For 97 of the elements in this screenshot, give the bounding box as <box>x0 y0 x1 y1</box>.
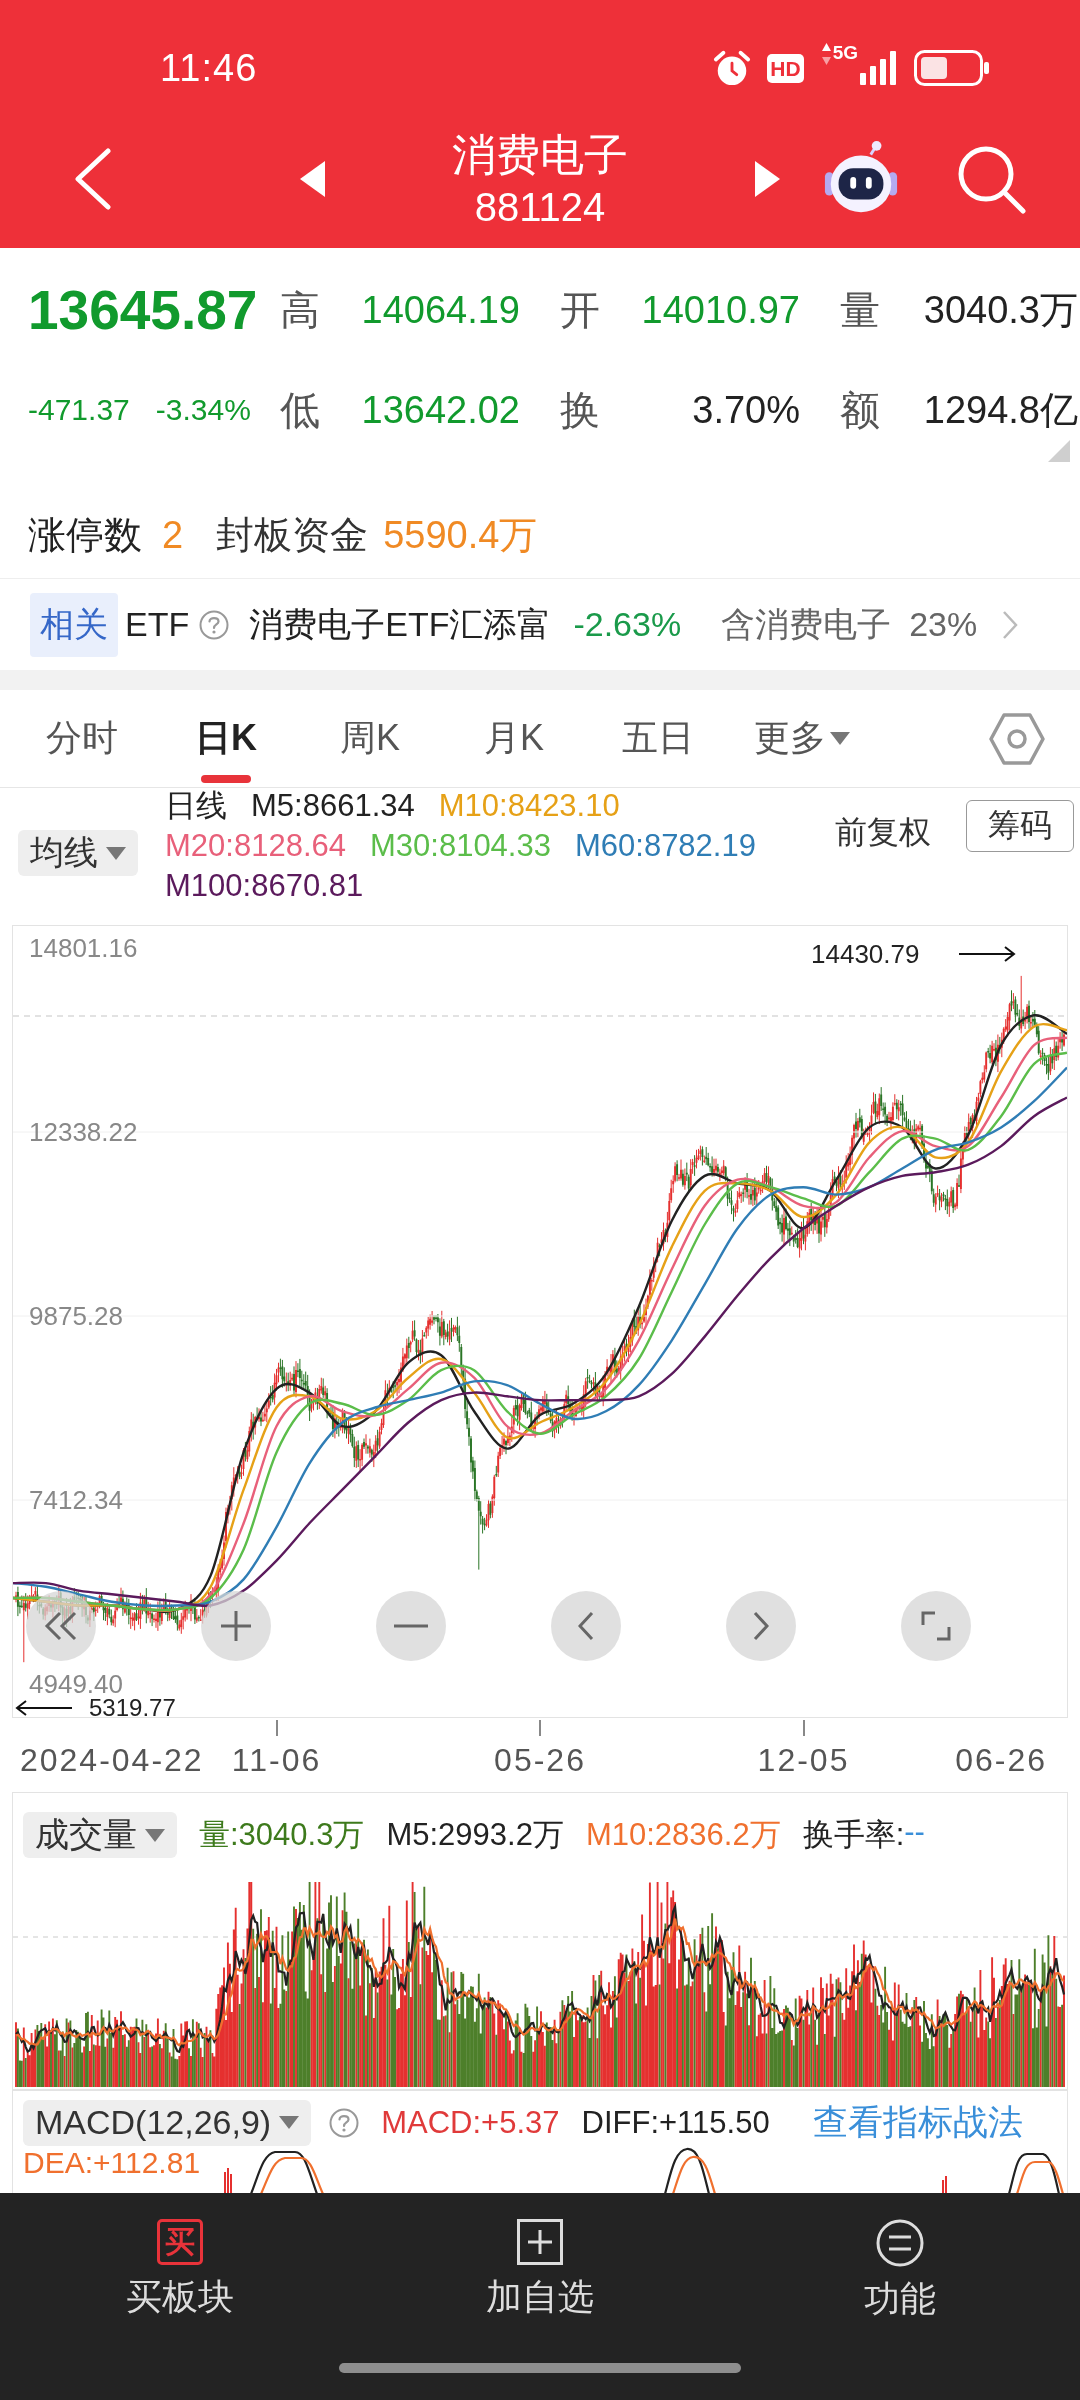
limit-up-count: 2 <box>162 513 184 557</box>
chart-tab[interactable]: 分时 <box>10 690 154 787</box>
minus-icon <box>394 1624 428 1628</box>
holding-label: 含消费电子 <box>721 603 892 645</box>
price-axis-label: 14801.16 <box>29 935 138 961</box>
chips-button[interactable]: 筹码 <box>966 800 1074 852</box>
date-label: 2024-04-22 <box>19 1742 204 1778</box>
turnover-label: 换手率: <box>802 1816 905 1854</box>
price-axis-label: 7412.34 <box>29 1487 123 1513</box>
quote-label: 量 <box>839 286 881 334</box>
stock-code: 881124 <box>474 184 606 231</box>
caret-icon <box>106 846 126 860</box>
alarm-clock-icon <box>713 49 752 87</box>
dea-value: DEA:+112.81 <box>23 2148 201 2178</box>
arrow-left-icon <box>15 1700 73 1716</box>
last-price: 13645.87 <box>28 278 259 342</box>
caret-icon <box>279 2116 300 2129</box>
volume-legend-value: 量:3040.3万 <box>199 1816 365 1854</box>
macd-legend-value: MACD:+5.37 <box>381 2104 560 2141</box>
volume-legend-value: M10:2836.2万 <box>585 1816 781 1854</box>
price-change: -471.37 <box>28 393 130 427</box>
volume-legend-value: M5:2993.2万 <box>386 1816 564 1854</box>
ma-legend-entry: M60:8782.19 <box>574 827 756 865</box>
ma-selector[interactable]: 均线 <box>18 830 138 876</box>
quote-value: 13642.02 <box>360 388 520 432</box>
quote-label: 高 <box>280 286 321 334</box>
holding-percent: 23% <box>909 605 978 644</box>
ma-legend-entry: M5:8661.34 <box>251 787 415 825</box>
quote-value: 1294.8亿 <box>922 387 1078 433</box>
quote-label: 额 <box>839 386 881 434</box>
signal-icon <box>860 51 896 85</box>
scroll-back-button[interactable] <box>26 1591 96 1661</box>
hd-indicator: HD <box>767 53 804 83</box>
network-label: 5G <box>832 43 858 62</box>
chart-tab[interactable]: 周K <box>298 690 442 787</box>
max-price-marker: 14430.79 <box>811 940 920 968</box>
fullscreen-icon <box>921 1611 951 1641</box>
etf-change: -2.63% <box>573 605 682 644</box>
help-icon[interactable] <box>329 2107 360 2138</box>
double-chevron-left-icon <box>44 1611 78 1641</box>
battery-icon <box>914 50 990 86</box>
back-icon[interactable] <box>72 148 112 210</box>
sealed-fund-label: 封板资金 <box>216 512 369 558</box>
next-triangle-icon[interactable] <box>755 161 780 197</box>
date-label: 06-26 <box>955 1742 1047 1778</box>
quote-value: 3040.3万 <box>922 287 1078 333</box>
caret-icon <box>830 732 850 745</box>
nav-label[interactable]: 加自选 <box>486 2275 594 2319</box>
ma-legend-entry: M20:8128.64 <box>165 827 346 865</box>
quote-value: 3.70% <box>691 388 800 432</box>
related-tag: 相关 <box>30 592 118 657</box>
date-label: 11-06 <box>231 1742 322 1778</box>
sealed-fund-value: 5590.4万 <box>383 512 538 558</box>
plus-icon <box>220 1610 252 1642</box>
chart-tab[interactable]: 五日 <box>586 690 730 787</box>
turnover-value: -- <box>904 1814 925 1851</box>
chevron-left-icon <box>578 1611 594 1641</box>
arrow-right-icon <box>958 946 1016 962</box>
data-arrows-icon <box>821 43 831 65</box>
caret-icon <box>145 1828 165 1842</box>
volume-selector[interactable]: 成交量 <box>23 1812 177 1858</box>
nav-label[interactable]: 功能 <box>864 2277 936 2321</box>
previous-triangle-icon[interactable] <box>300 161 325 197</box>
quote-label: 低 <box>280 386 321 434</box>
quote-value: 14010.97 <box>640 288 800 332</box>
price-axis-label: 12338.22 <box>29 1119 138 1145</box>
ma-legend-entry: M10:8423.10 <box>438 787 620 825</box>
ma-legend-entry: M30:8104.33 <box>370 827 551 865</box>
menu-circle-icon[interactable] <box>876 2219 924 2267</box>
price-axis-label: 4949.40 <box>29 1671 123 1697</box>
etf-name[interactable]: 消费电子ETF汇添富 <box>249 601 552 648</box>
quote-value: 14064.19 <box>360 288 520 332</box>
price-axis-label: 9875.28 <box>29 1303 123 1329</box>
min-price-marker: 5319.77 <box>89 1698 176 1717</box>
chart-tab[interactable]: 月K <box>442 690 586 787</box>
quote-label: 开 <box>559 286 601 334</box>
chart-tab[interactable]: 更多 <box>730 690 874 787</box>
limit-up-label: 涨停数 <box>28 512 142 558</box>
etf-label: ETF <box>125 605 190 644</box>
ma-legend-entry: M100:8670.81 <box>165 867 364 905</box>
buy-tile[interactable]: 买 <box>157 2219 203 2265</box>
nav-label[interactable]: 买板块 <box>126 2275 234 2319</box>
settings-icon[interactable] <box>989 712 1045 765</box>
macd-selector[interactable]: MACD(12,26,9) <box>23 2099 312 2146</box>
help-icon[interactable] <box>199 609 230 640</box>
chart-tab[interactable]: 日K <box>154 690 298 787</box>
date-label: 05-26 <box>494 1742 586 1778</box>
date-label: 12-05 <box>757 1742 850 1778</box>
macd-legend-value: DIFF:+115.50 <box>581 2104 770 2141</box>
status-time: 11:46 <box>160 46 258 90</box>
adjust-label[interactable]: 前复权 <box>835 812 931 852</box>
legend-period: 日线 <box>165 787 227 825</box>
chevron-right-icon <box>753 1611 769 1641</box>
quote-label: 换 <box>559 386 601 434</box>
change-percent: -3.34% <box>155 393 251 427</box>
header-title: 消费电子 <box>452 129 628 181</box>
plus-square-icon[interactable] <box>517 2219 563 2265</box>
